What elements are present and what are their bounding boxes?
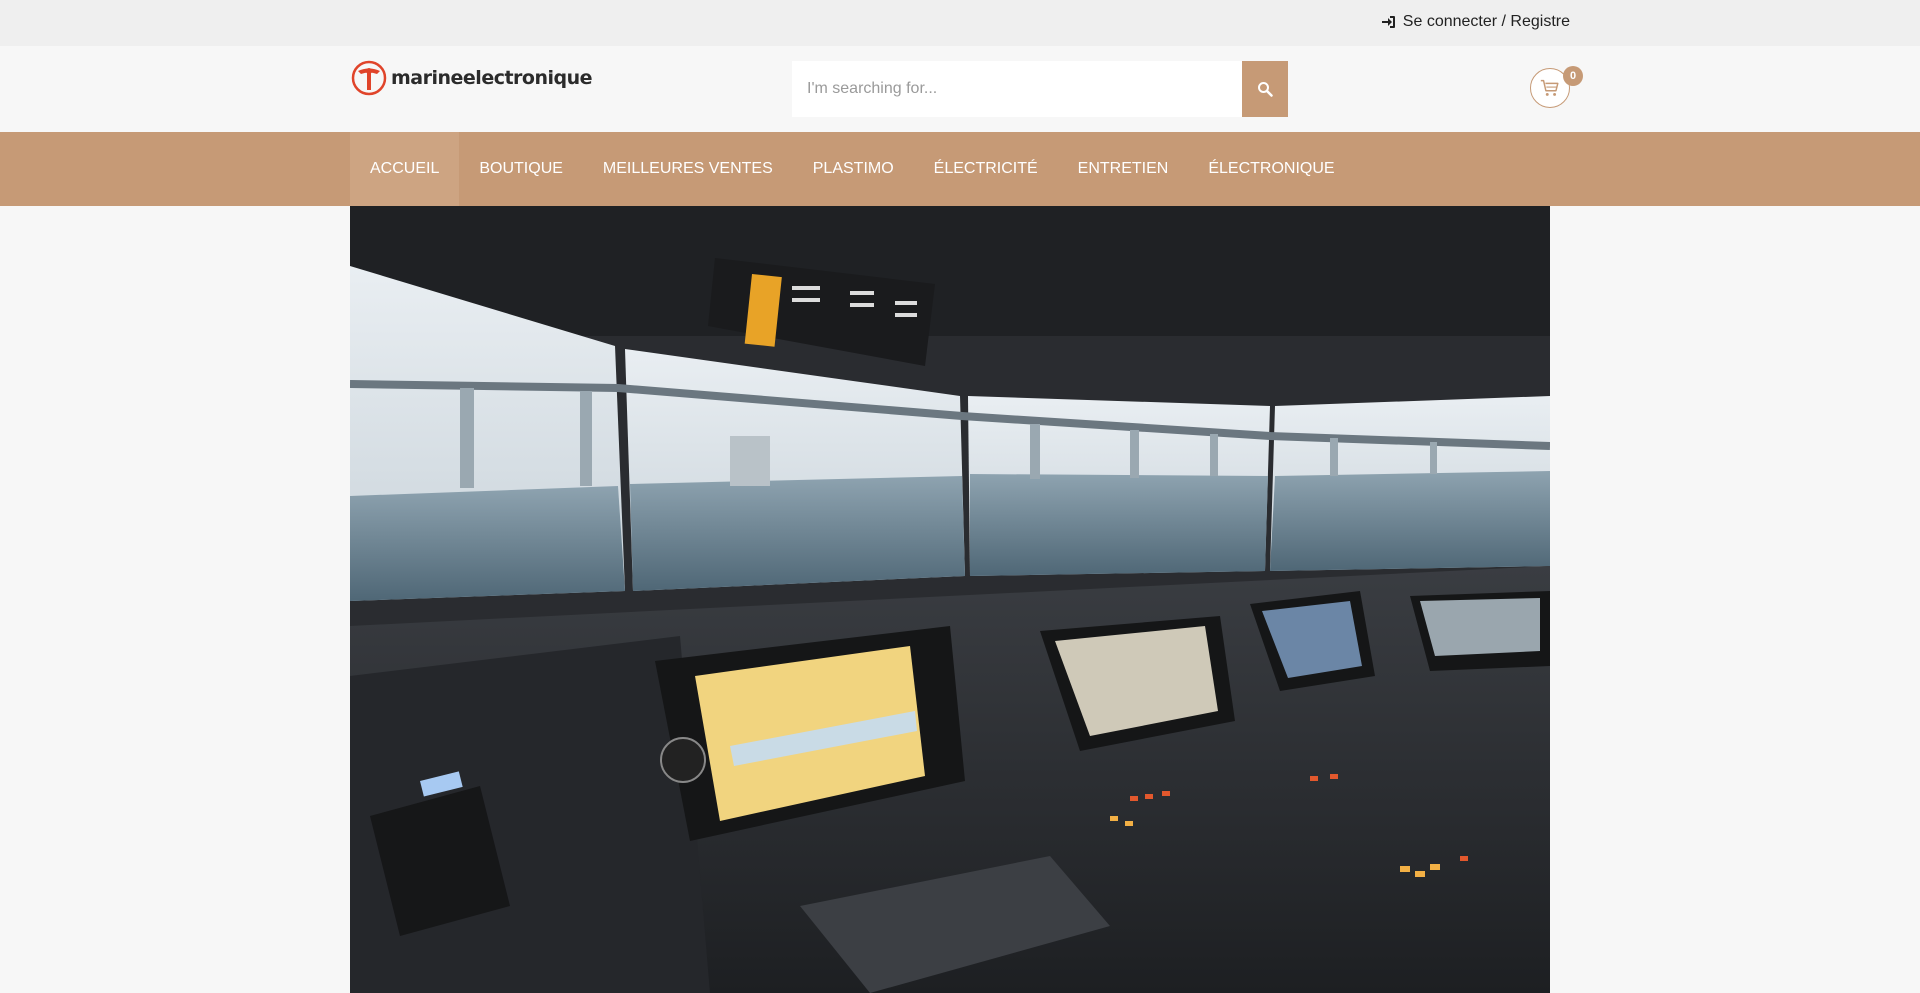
sign-in-icon xyxy=(1381,16,1395,28)
nav-item-accueil[interactable]: ACCUEIL xyxy=(350,132,460,206)
logo-text: marineelectronique xyxy=(391,67,593,89)
hero-banner-image[interactable] xyxy=(350,206,1550,993)
site-header: marineelectronique 0 xyxy=(0,46,1920,132)
cart-button[interactable]: 0 xyxy=(1530,66,1583,108)
site-logo[interactable]: marineelectronique xyxy=(351,60,593,96)
anchor-logo-icon xyxy=(351,60,387,96)
main-nav: ACCUEIL BOUTIQUE MEILLEURES VENTES PLAST… xyxy=(0,132,1920,206)
search-bar xyxy=(792,61,1288,117)
search-button[interactable] xyxy=(1242,61,1288,117)
nav-item-boutique[interactable]: BOUTIQUE xyxy=(459,132,583,206)
nav-item-electronique[interactable]: ÉLECTRONIQUE xyxy=(1188,132,1354,206)
ship-bridge-simulator-photo xyxy=(350,206,1550,993)
top-bar: Se connecter / Registre xyxy=(0,0,1920,46)
search-icon xyxy=(1258,82,1273,97)
nav-item-electricite[interactable]: ÉLECTRICITÉ xyxy=(914,132,1058,206)
search-input[interactable] xyxy=(792,61,1242,117)
login-register-link[interactable]: Se connecter / Registre xyxy=(1381,13,1570,31)
cart-count-badge: 0 xyxy=(1563,66,1583,86)
nav-item-entretien[interactable]: ENTRETIEN xyxy=(1058,132,1189,206)
cart-icon xyxy=(1540,79,1559,96)
nav-item-plastimo[interactable]: PLASTIMO xyxy=(793,132,914,206)
nav-item-meilleures-ventes[interactable]: MEILLEURES VENTES xyxy=(583,132,793,206)
login-register-label: Se connecter / Registre xyxy=(1402,13,1570,30)
